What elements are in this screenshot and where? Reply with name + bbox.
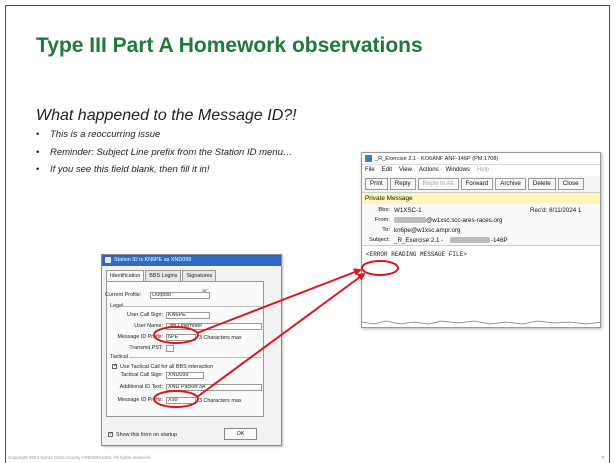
app-icon [105, 257, 111, 263]
ok-button[interactable]: OK [224, 428, 257, 440]
private-message-banner: Private Message [362, 193, 600, 204]
user-name-field[interactable]: Jim Oberhofer [166, 323, 262, 330]
subject-label: Subject: [369, 237, 390, 243]
archive-button[interactable]: Archive [495, 178, 526, 190]
message-window: _R_Exercise 2.1 - KO6ANF ANF-146P (PM:17… [361, 152, 601, 328]
slide-footer: Copyright 2024 Santa Clara County ARES/R… [8, 455, 152, 460]
identification-panel: ⇱ Current Profile: Outpost Legal User Ca… [105, 281, 264, 417]
to-label: To: [382, 227, 390, 233]
slide-subhead: What happened to the Message ID?! [36, 107, 297, 124]
print-button[interactable]: Print [365, 178, 388, 190]
page-number: 8 [602, 455, 605, 460]
menu-actions[interactable]: Actions [419, 165, 439, 176]
subject-prefix: _R_Exercise 2.1 - [394, 237, 444, 244]
message-id-prefix-label: Message ID Prefix: [117, 334, 163, 340]
user-name-label: User Name: [134, 323, 163, 329]
message-window-title: _R_Exercise 2.1 - KO6ANF ANF-146P (PM:17… [375, 156, 499, 162]
message-id-prefix2-label: Message ID Prefix: [117, 397, 163, 403]
transmit-pst-field[interactable] [166, 345, 174, 352]
to-value: kn6pe@w1xsc.ampr.org [394, 227, 461, 234]
message-header: Bbs: W1XSC-1 Rec'd: 8/11/2024 1 From: @w… [362, 204, 600, 246]
tactical-call-sign-field[interactable]: XND099 [166, 372, 204, 379]
app-icon [365, 155, 372, 162]
menu-bar: File Edit View Actions Windows Help [362, 165, 600, 176]
from-label: From: [374, 217, 390, 223]
menu-windows[interactable]: Windows [446, 165, 470, 176]
current-profile-field[interactable]: Outpost [150, 292, 210, 299]
subject-suffix: -146P [491, 237, 508, 244]
show-on-startup-checkbox[interactable]: ✓ [108, 432, 113, 437]
bbs-value: W1XSC-1 [394, 207, 422, 214]
bullet-item: Reminder: Subject Line prefix from the S… [36, 147, 336, 160]
tab-signatures[interactable]: Signatures [182, 270, 217, 281]
use-tactical-checkbox[interactable]: ✓ [112, 364, 117, 369]
bbs-label: Bbs: [378, 207, 390, 213]
message-id-prefix2-field[interactable]: X99 [166, 397, 196, 404]
menu-help[interactable]: Help [477, 165, 489, 176]
menu-edit[interactable]: Edit [382, 165, 392, 176]
slide: Type III Part A Homework observations Wh… [0, 0, 616, 463]
close-button[interactable]: Close [557, 178, 584, 190]
message-body: <ERROR READING MESSAGE FILE> [366, 251, 467, 258]
use-tactical-label: Use Tactical Call for all BBS interactio… [120, 364, 214, 370]
tab-bbs-logins[interactable]: BBS Logins [145, 270, 182, 281]
station-id-dialog: Station ID is KN6PE as XND099 Identifica… [101, 254, 282, 446]
station-dialog-titlebar[interactable]: Station ID is KN6PE as XND099 [102, 255, 281, 266]
redacted-subject [450, 237, 490, 243]
characters-max-note: 3 Characters max [199, 335, 242, 341]
additional-id-field[interactable]: XND Packet 3A [166, 384, 262, 391]
slide-title: Type III Part A Homework observations [36, 34, 423, 57]
from-value: @w1xsc.scc-ares-races.org [426, 217, 503, 224]
message-window-titlebar[interactable]: _R_Exercise 2.1 - KO6ANF ANF-146P (PM:17… [362, 153, 600, 165]
received-date: Rec'd: 8/11/2024 1 [530, 207, 582, 214]
tactical-group-label: Tactical [110, 354, 128, 360]
characters-max-note-2: 3 Characters max [199, 398, 242, 404]
delete-button[interactable]: Delete [527, 178, 556, 190]
show-on-startup-label: Show this form on startup [116, 432, 178, 438]
user-call-sign-field[interactable]: KN6PE [166, 312, 210, 319]
user-call-sign-label: User Call Sign: [127, 312, 163, 318]
current-profile-label: Current Profile: [105, 292, 142, 298]
bullet-item: If you see this field blank, then fill i… [36, 164, 336, 177]
bullet-item: This is a reoccurring issue [36, 129, 336, 142]
message-id-prefix-field[interactable]: 6PE [166, 334, 196, 341]
additional-id-label: Additional ID Text: [119, 384, 163, 390]
station-dialog-tabs: Identification BBS Logins Signatures [106, 270, 217, 281]
redacted-sender [394, 217, 426, 223]
torn-edge [362, 320, 600, 327]
transmit-pst-label: Transmit PST: [129, 345, 163, 351]
bullet-list: This is a reoccurring issue Reminder: Su… [36, 129, 336, 182]
reply-button[interactable]: Reply [389, 178, 416, 190]
tab-identification[interactable]: Identification [106, 270, 145, 281]
reply-all-button[interactable]: Reply to All [417, 178, 459, 190]
menu-file[interactable]: File [365, 165, 375, 176]
forward-button[interactable]: Forward [460, 178, 494, 190]
tactical-call-sign-label: Tactical Call Sign: [120, 372, 163, 378]
toolbar: Print Reply Reply to All Forward Archive… [362, 176, 600, 193]
menu-view[interactable]: View [399, 165, 412, 176]
station-dialog-title: Station ID is KN6PE as XND099 [114, 257, 192, 263]
